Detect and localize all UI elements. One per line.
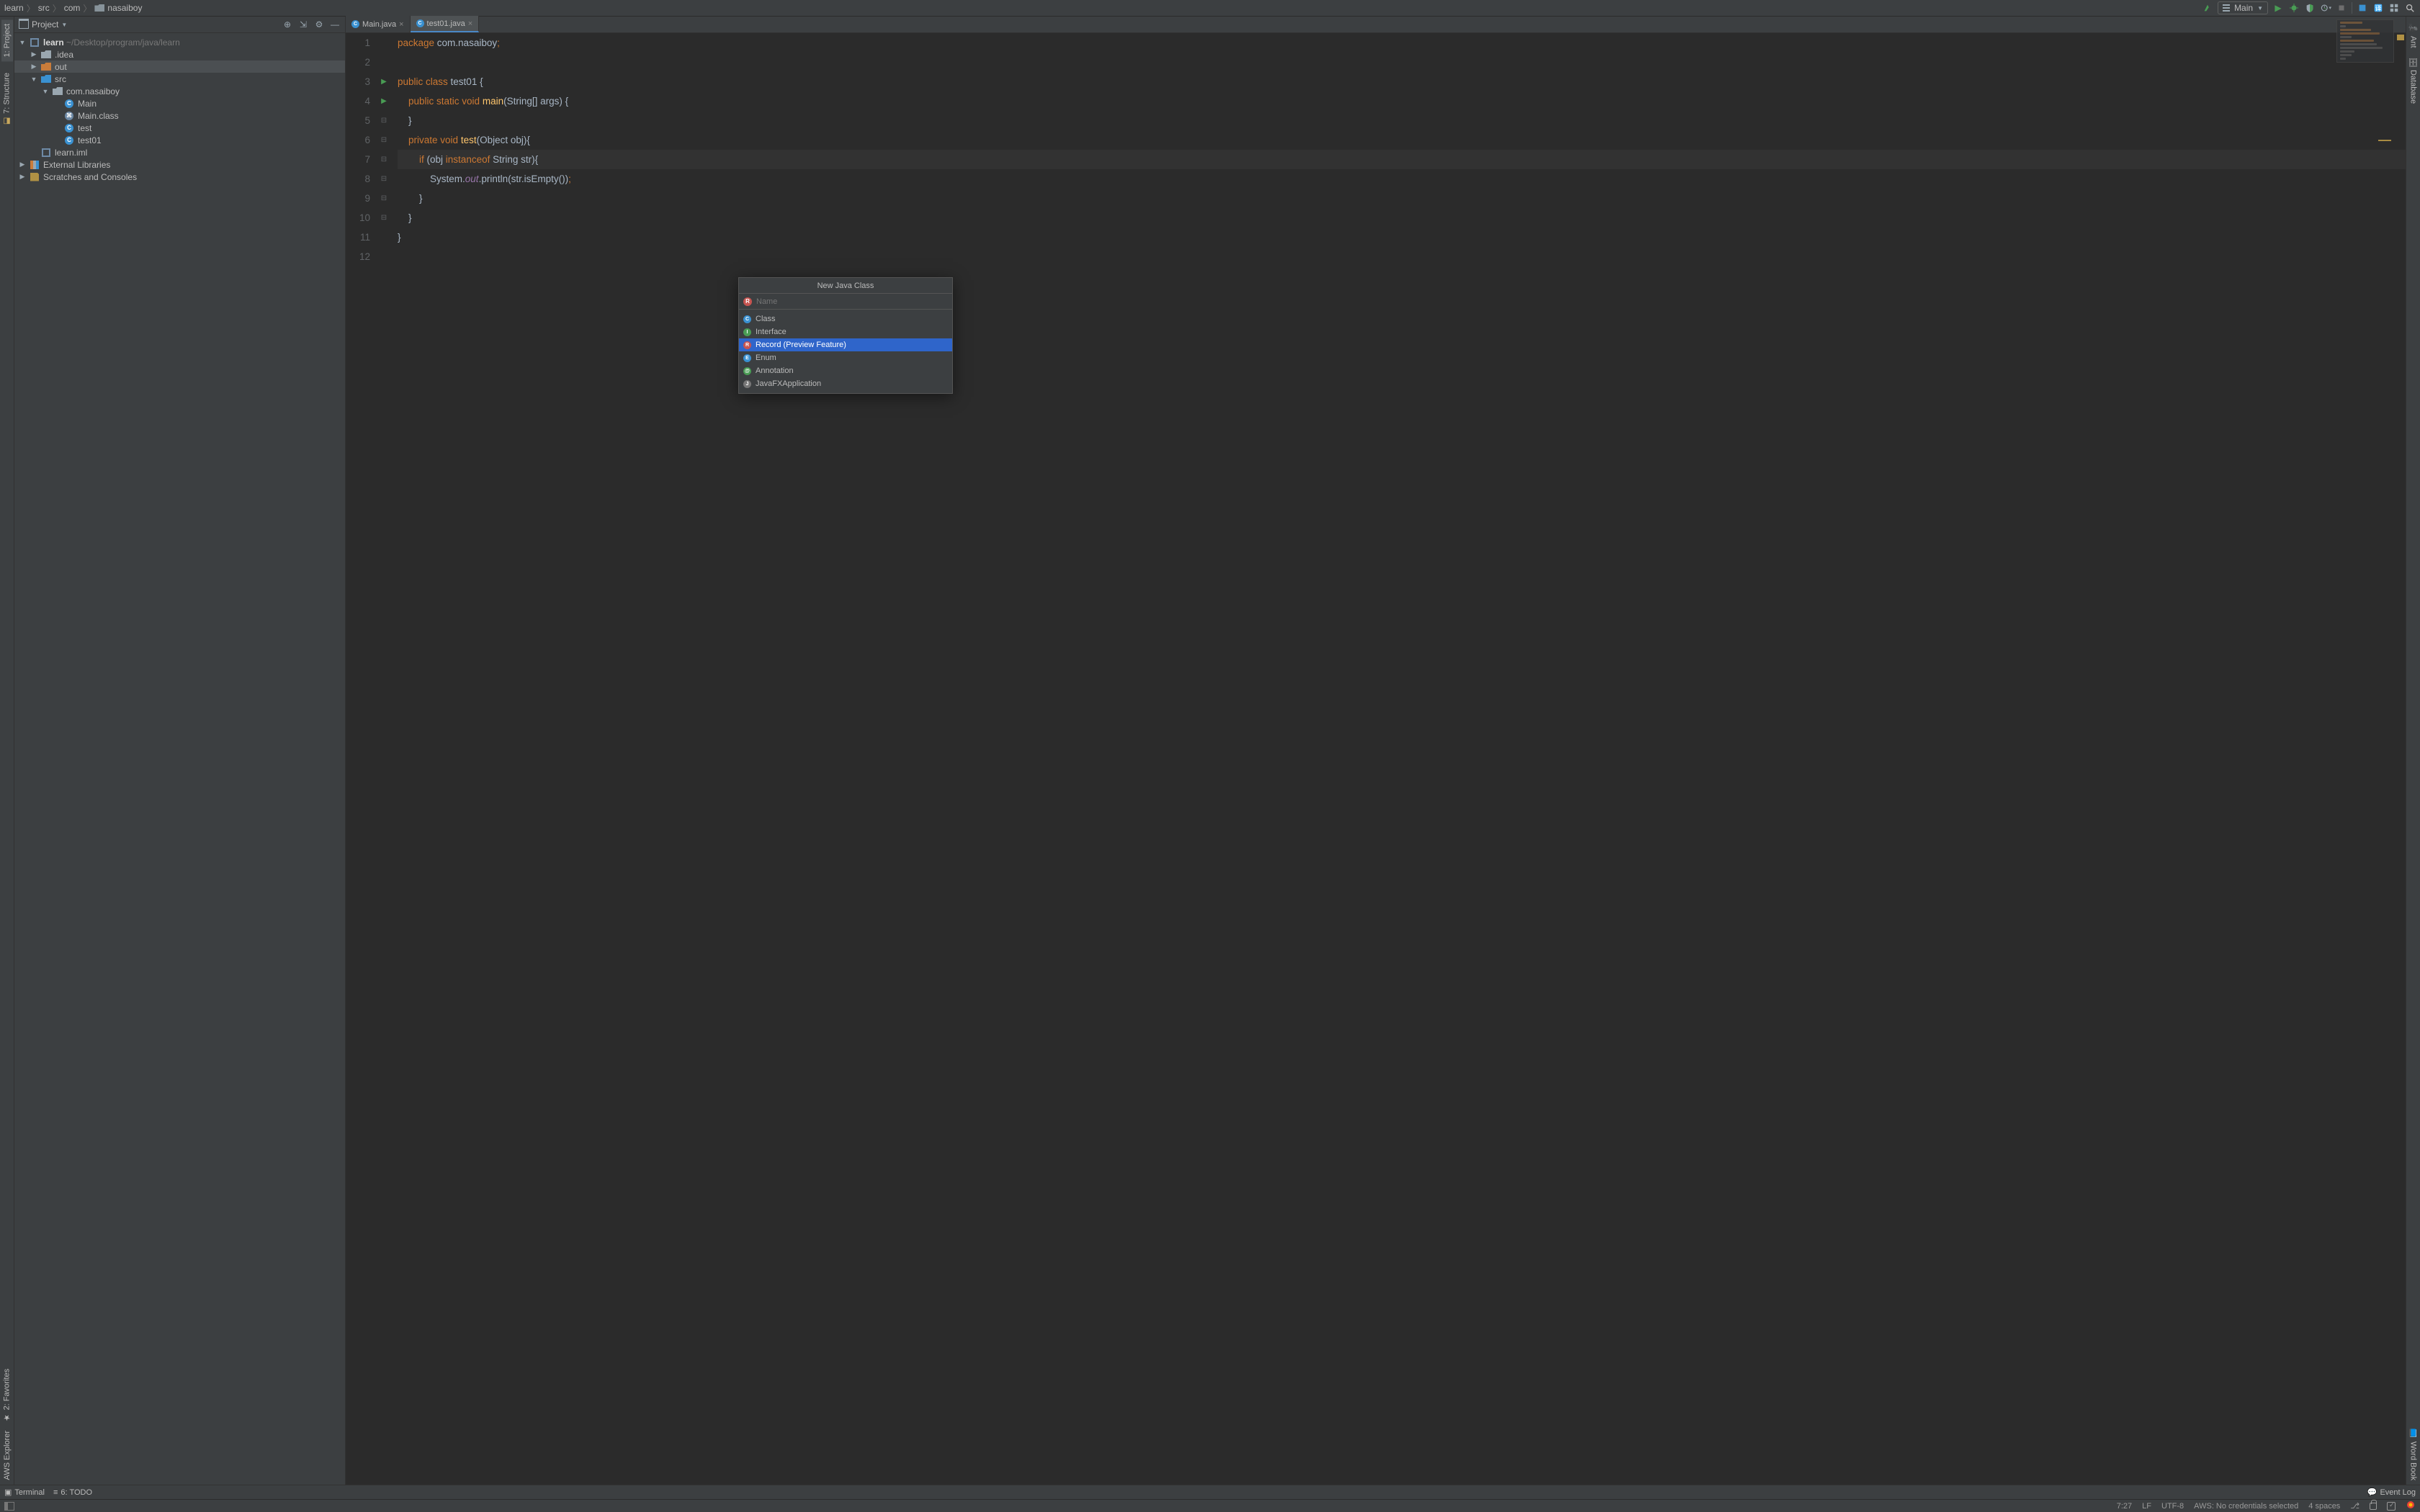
class-type-option[interactable]: EEnum <box>739 351 952 364</box>
error-stripe[interactable] <box>2397 33 2406 1485</box>
git-update-icon[interactable] <box>2357 2 2368 14</box>
right-tool-strip: 🐜Ant 🗄Database 📘Word Book <box>2406 17 2420 1485</box>
run-gutter-icon[interactable]: ▶ <box>379 76 389 86</box>
tool-tab-ant[interactable]: 🐜Ant <box>2407 19 2419 53</box>
folder-icon <box>94 4 104 12</box>
inspections-icon[interactable]: ✓ <box>2387 1502 2396 1511</box>
run-icon[interactable]: ▶ <box>2272 2 2284 14</box>
breadcrumb-item[interactable]: learn <box>4 3 24 13</box>
fold-marker-icon[interactable]: ⊟ <box>379 115 389 125</box>
tree-item[interactable]: ▼com.nasaiboy <box>14 85 345 97</box>
tree-item[interactable]: Ctest <box>14 122 345 134</box>
class-type-option[interactable]: @Annotation <box>739 364 952 377</box>
svg-text:译: 译 <box>2375 5 2382 12</box>
tree-item[interactable]: learn.iml <box>14 146 345 158</box>
libraries-icon <box>30 161 39 169</box>
line-separator[interactable]: LF <box>2142 1502 2151 1511</box>
run-config-dropdown[interactable]: Main ▼ <box>2218 1 2268 14</box>
class-type-option[interactable]: IInterface <box>739 325 952 338</box>
bottom-tool-bar: ▣Terminal ≡6: TODO 💬Event Log <box>0 1485 2420 1499</box>
code-minimap[interactable] <box>2336 19 2394 63</box>
status-bar: 7:27 LF UTF-8 AWS: No credentials select… <box>0 1499 2420 1512</box>
tree-external-libraries[interactable]: ▶ External Libraries <box>14 158 345 171</box>
breadcrumbs: learn 〉 src 〉 com 〉 nasaiboy <box>4 2 142 14</box>
tree-item[interactable]: Ctest01 <box>14 134 345 146</box>
file-encoding[interactable]: UTF-8 <box>2161 1502 2184 1511</box>
tree-item[interactable]: ▶out <box>14 60 345 73</box>
editor-area: CMain.java×Ctest01.java× 123456789101112… <box>346 17 2406 1485</box>
project-structure-icon[interactable] <box>2388 2 2400 14</box>
event-log-button[interactable]: 💬Event Log <box>2367 1488 2416 1497</box>
editor-gutter-icons: ▶ ▶ ⊟ ⊟ ⊟ ⊟ ⊟ ⊟ <box>377 33 392 1485</box>
translate-icon[interactable]: 译 <box>2372 2 2384 14</box>
project-view-selector[interactable]: Project ▼ <box>19 19 67 30</box>
top-toolbar: learn 〉 src 〉 com 〉 nasaiboy Main ▼ ▶ ▾ … <box>0 0 2420 17</box>
fold-marker-icon[interactable]: ⊟ <box>379 174 389 184</box>
tool-tab-wordbook[interactable]: 📘Word Book <box>2407 1424 2419 1485</box>
tool-tab-database[interactable]: 🗄Database <box>2407 53 2419 108</box>
tree-root[interactable]: ▼ learn ~/Desktop/program/java/learn <box>14 36 345 48</box>
locate-icon[interactable]: ⊕ <box>282 19 293 30</box>
tool-tab-project[interactable]: 1: Project <box>1 19 13 61</box>
popup-title: New Java Class <box>739 278 952 294</box>
tool-tab-favorites[interactable]: ★2: Favorites <box>1 1364 13 1426</box>
collapse-icon[interactable]: ⇲ <box>297 19 309 30</box>
project-icon <box>19 20 29 29</box>
class-type-option[interactable]: JJavaFXApplication <box>739 377 952 390</box>
close-tab-icon[interactable]: × <box>468 19 472 28</box>
scratches-icon <box>30 173 39 181</box>
readonly-lock-icon[interactable] <box>2370 1503 2377 1510</box>
tool-tab-aws[interactable]: AWS Explorer <box>1 1426 13 1485</box>
settings-icon[interactable]: ⚙ <box>313 19 325 30</box>
aws-status[interactable]: AWS: No credentials selected <box>2194 1502 2298 1511</box>
fold-marker-icon[interactable]: ⊟ <box>379 193 389 203</box>
project-tool-window: Project ▼ ⊕ ⇲ ⚙ — ▼ learn ~/Desktop/prog… <box>14 17 346 1485</box>
run-gutter-icon[interactable]: ▶ <box>379 96 389 106</box>
tree-item[interactable]: ▶.idea <box>14 48 345 60</box>
build-icon[interactable] <box>2202 2 2213 14</box>
class-type-option[interactable]: CClass <box>739 312 952 325</box>
tool-tab-structure[interactable]: ◧7: Structure <box>1 68 13 130</box>
search-everywhere-icon[interactable] <box>2404 2 2416 14</box>
new-java-class-popup: New Java Class R CClassIInterfaceRRecord… <box>738 277 953 394</box>
fold-marker-icon[interactable]: ⊟ <box>379 135 389 145</box>
line-number-gutter: 123456789101112 <box>346 33 377 1485</box>
tool-tab-todo[interactable]: ≡6: TODO <box>53 1488 92 1497</box>
memory-indicator-icon[interactable] <box>2406 1500 2416 1512</box>
minimize-icon[interactable]: — <box>329 19 341 30</box>
git-branch-icon[interactable]: ⎇ <box>2350 1501 2360 1511</box>
breadcrumb-item[interactable]: com <box>64 3 81 13</box>
code-content[interactable]: package com.nasaiboy;public class test01… <box>392 33 2406 1485</box>
class-type-option[interactable]: RRecord (Preview Feature) <box>739 338 952 351</box>
editor-tab[interactable]: CMain.java× <box>346 16 411 32</box>
caret-position[interactable]: 7:27 <box>2117 1502 2132 1511</box>
editor-tab[interactable]: Ctest01.java× <box>411 16 480 32</box>
fold-marker-icon[interactable]: ⊟ <box>379 154 389 164</box>
left-tool-strip: 1: Project ◧7: Structure ★2: Favorites A… <box>0 17 14 1485</box>
class-name-input[interactable] <box>756 297 948 306</box>
debug-icon[interactable] <box>2288 2 2300 14</box>
module-icon <box>30 38 39 47</box>
tree-scratches[interactable]: ▶ Scratches and Consoles <box>14 171 345 183</box>
breadcrumb-item[interactable]: src <box>38 3 50 13</box>
class-type-list: CClassIInterfaceRRecord (Preview Feature… <box>739 310 952 393</box>
breadcrumb-item[interactable]: nasaiboy <box>94 3 142 13</box>
tree-item[interactable]: CMain <box>14 97 345 109</box>
project-tree[interactable]: ▼ learn ~/Desktop/program/java/learn ▶.i… <box>14 33 345 1485</box>
close-tab-icon[interactable]: × <box>399 20 403 29</box>
fold-marker-icon[interactable]: ⊟ <box>379 212 389 222</box>
tool-windows-toggle-icon[interactable] <box>4 1502 14 1511</box>
profiler-icon[interactable]: ▾ <box>2320 2 2331 14</box>
record-icon: R <box>743 297 752 306</box>
tree-item[interactable]: ▼src <box>14 73 345 85</box>
tool-tab-terminal[interactable]: ▣Terminal <box>4 1488 45 1497</box>
editor-tabs: CMain.java×Ctest01.java× <box>346 17 2406 33</box>
tree-item[interactable]: ⌘Main.class <box>14 109 345 122</box>
run-config-label: Main <box>2234 3 2253 13</box>
stop-icon[interactable] <box>2336 2 2347 14</box>
coverage-icon[interactable] <box>2304 2 2316 14</box>
indent-status[interactable]: 4 spaces <box>2308 1502 2340 1511</box>
project-title-label: Project <box>32 19 58 30</box>
